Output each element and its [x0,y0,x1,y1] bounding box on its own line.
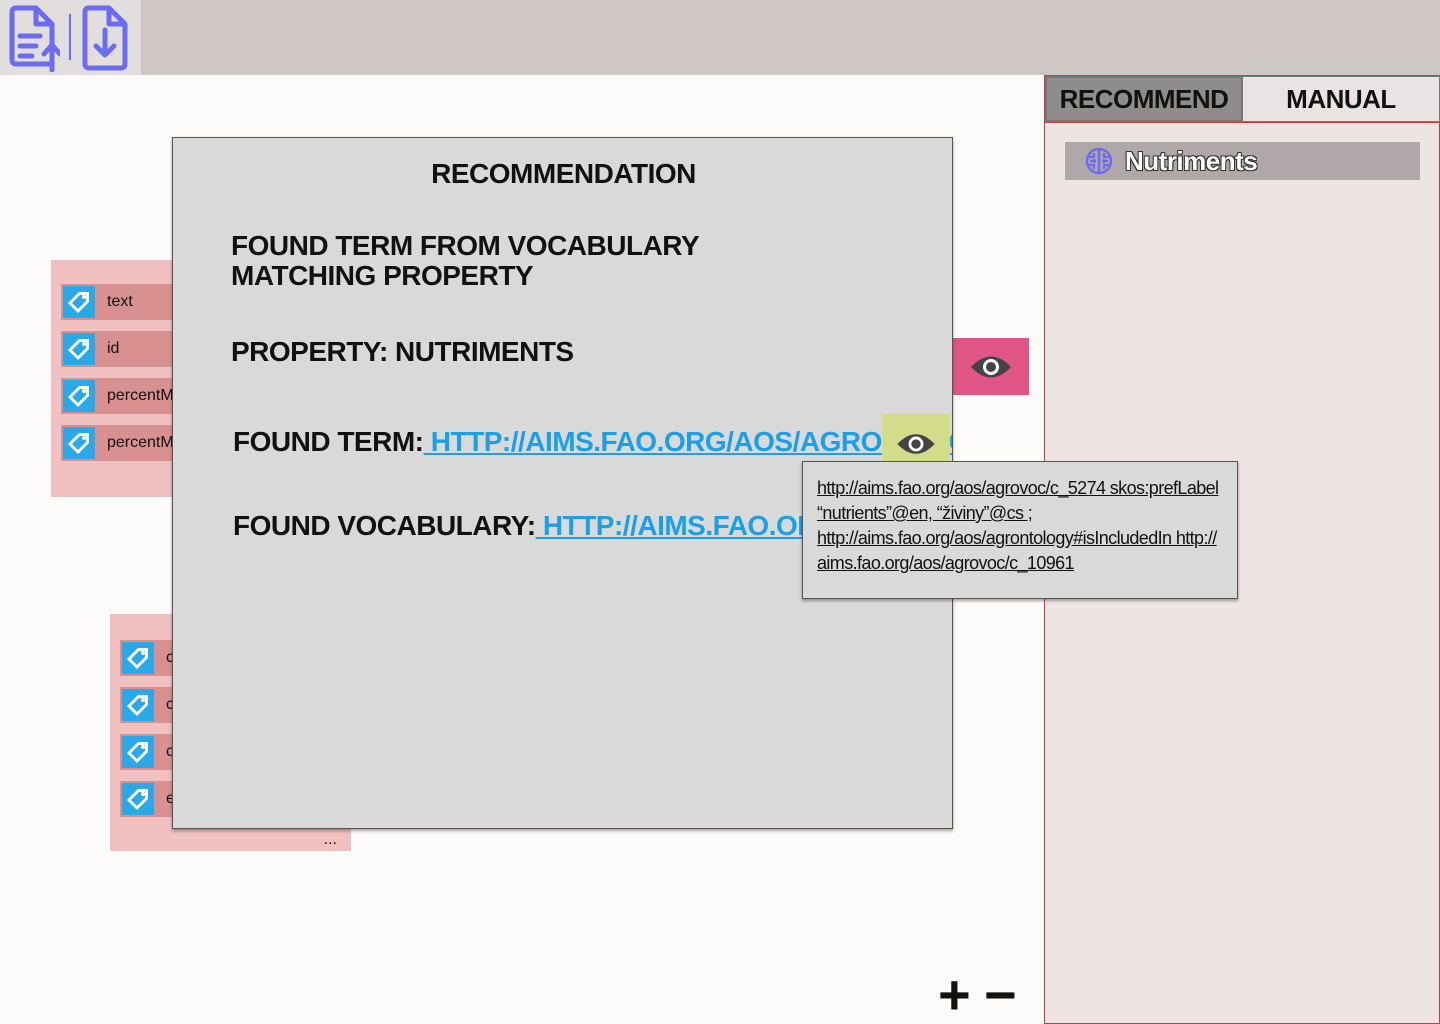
term-tooltip: http://aims.fao.org/aos/agrovoc/c_5274 s… [802,461,1238,599]
eye-icon [897,434,935,454]
property-label: percentMi [107,434,178,451]
toolbar-divider [69,14,71,60]
tab-manual[interactable]: MANUAL [1242,76,1440,122]
tag-icon [63,333,95,365]
dialog-title: RECOMMENDATION [431,158,696,189]
tooltip-text: http://aims.fao.org/aos/agrovoc/c_5274 s… [817,478,1219,573]
tag-icon [63,380,95,412]
tab-divider [1045,122,1439,123]
found-vocabulary-label: FOUND VOCABULARY: [233,510,536,541]
file-tools [0,0,141,75]
heading-line: MATCHING PROPERTY [231,260,534,291]
concept-item-nutriments[interactable]: Nutriments [1065,142,1420,180]
entity-card[interactable]: text id percentMa percentMi [51,260,191,497]
property-label: id [107,340,120,357]
export-file-button[interactable] [79,4,133,72]
found-term-row: FOUND TERM: HTTP://AIMS.FAO.ORG/AOS/AGRO… [233,426,952,458]
property-label: text [107,293,133,310]
dialog-heading: FOUND TERM FROM VOCABULARY MATCHING PROP… [231,230,700,291]
found-term-label: FOUND TERM: [233,426,424,457]
tag-icon [122,783,154,815]
tag-icon [63,286,95,318]
top-toolbar [0,0,1440,75]
file-download-icon [82,5,128,71]
heading-line: FOUND TERM FROM VOCABULARY [231,230,700,261]
concept-label: Nutriments [1125,145,1258,176]
eye-icon [971,356,1011,377]
tag-icon [122,642,154,674]
found-term-link[interactable]: HTTP://AIMS.FAO.ORG/AOS/AGROVOC/C_5274 [423,426,952,457]
more-properties[interactable]: ... [324,831,337,849]
file-upload-icon [9,5,63,73]
tab-recommend[interactable]: RECOMMEND [1045,76,1243,122]
property-name: PROPERTY: NUTRIMENTS [231,336,574,367]
preview-button[interactable] [953,338,1029,395]
zoom-out-button[interactable]: − [984,967,1017,1023]
brain-icon [1085,147,1113,175]
tag-icon [122,736,154,768]
import-file-button[interactable] [6,4,63,73]
tag-icon [63,427,95,459]
tag-icon [122,689,154,721]
zoom-in-button[interactable]: + [938,967,971,1023]
